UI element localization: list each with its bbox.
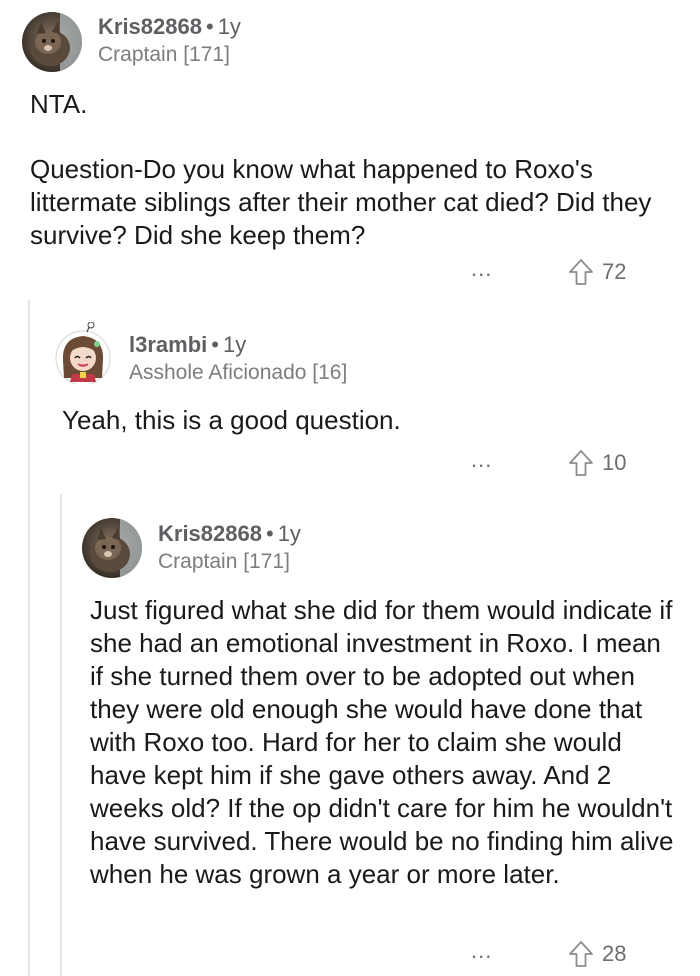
thread-line-level-2[interactable] [60, 494, 62, 976]
comment-age: 1y [222, 332, 247, 357]
upvote-button[interactable]: 10 [568, 449, 626, 477]
comment-age: 1y [217, 14, 241, 39]
upvote-button[interactable]: 28 [568, 940, 626, 968]
vote-count: 72 [602, 259, 627, 284]
comment-meta: Kris82868 • 1y [158, 521, 301, 547]
comment-paragraph: Question-Do you know what happened to Ro… [30, 154, 652, 250]
separator-dot: • [205, 14, 214, 39]
more-options-icon[interactable]: ... [471, 940, 492, 962]
comment-meta: l3rambi • 1y [129, 332, 246, 358]
upvote-arrow-icon[interactable] [568, 940, 594, 968]
upvote-button[interactable]: 72 [568, 258, 626, 286]
comment-paragraph: Yeah, this is a good question. [62, 405, 401, 435]
comment-actions: ... 10 [0, 449, 700, 479]
username[interactable]: Kris82868 [98, 14, 202, 39]
separator-dot: • [265, 521, 274, 546]
username[interactable]: Kris82868 [158, 521, 262, 546]
user-flair: Craptain [171] [98, 43, 230, 66]
vote-count: 10 [602, 450, 627, 475]
more-options-icon[interactable]: ... [471, 258, 492, 280]
comment-body: Just figured what she did for them would… [90, 594, 675, 891]
cat-photo-avatar[interactable] [82, 518, 142, 578]
cat-photo-avatar[interactable] [22, 12, 82, 72]
separator-dot: • [211, 332, 219, 357]
comment-actions: ... 72 [0, 258, 700, 288]
comment-body: Yeah, this is a good question. [62, 404, 682, 437]
user-flair: Craptain [171] [158, 550, 290, 573]
upvote-arrow-icon[interactable] [568, 449, 594, 477]
user-flair: Asshole Aficionado [16] [129, 361, 348, 384]
vote-count: 28 [602, 941, 627, 966]
more-options-icon[interactable]: ... [471, 449, 492, 471]
anime-character-avatar[interactable] [54, 322, 112, 386]
comment-actions: ... 28 [0, 940, 700, 970]
username[interactable]: l3rambi [129, 332, 207, 357]
comment-meta: Kris82868 • 1y [98, 14, 241, 40]
comment-paragraph: NTA. [30, 89, 88, 119]
comment-age: 1y [277, 521, 301, 546]
comment-body: NTA. Question-Do you know what happened … [30, 88, 680, 252]
upvote-arrow-icon[interactable] [568, 258, 594, 286]
comment-paragraph: Just figured what she did for them would… [90, 595, 674, 889]
thread-line-level-1[interactable] [28, 300, 30, 976]
